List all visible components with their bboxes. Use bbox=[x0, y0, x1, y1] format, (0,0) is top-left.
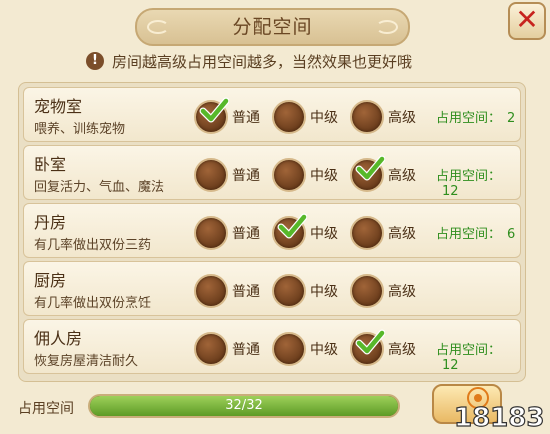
option-radio-normal[interactable] bbox=[194, 158, 228, 192]
space-cost-label: 占用空间： bbox=[436, 343, 502, 358]
check-icon bbox=[199, 97, 229, 123]
option-radio-medium[interactable] bbox=[272, 274, 306, 308]
room-name: 宠物室 bbox=[34, 97, 83, 116]
option-radio-medium[interactable] bbox=[272, 332, 306, 366]
space-cost-label: 占用空间： bbox=[436, 169, 502, 184]
option-label: 高级 bbox=[388, 342, 416, 358]
option-radio-normal[interactable] bbox=[194, 332, 228, 366]
option-radio-medium[interactable] bbox=[272, 158, 306, 192]
option-label: 普通 bbox=[232, 168, 260, 184]
notice-text: 房间越高级占用空间越多，当然效果也更好哦 bbox=[112, 52, 413, 71]
check-icon bbox=[355, 329, 385, 355]
close-button[interactable]: ✕ bbox=[508, 2, 546, 40]
option-label: 中级 bbox=[310, 168, 338, 184]
option-radio-advanced[interactable] bbox=[350, 216, 384, 250]
room-row: 佣人房恢复房屋清洁耐久 普通 中级 高级 占用空间：12 bbox=[23, 319, 521, 374]
allocate-space-panel: 分配空间 ✕ ! 房间越高级占用空间越多，当然效果也更好哦 宠物室喂养、训练宠物… bbox=[0, 0, 550, 434]
room-name: 卧室 bbox=[34, 155, 67, 174]
space-cost-label: 占用空间： bbox=[436, 111, 502, 126]
space-cost-value: 2 bbox=[507, 111, 516, 126]
watermark-logo: 18183 bbox=[453, 387, 545, 432]
option-radio-advanced[interactable] bbox=[350, 274, 384, 308]
room-row: 卧室回复活力、气血、魔法 普通 中级 高级 占用空间：12 bbox=[23, 145, 521, 200]
option-radio-advanced[interactable] bbox=[350, 329, 385, 366]
option-radio-normal[interactable] bbox=[194, 97, 229, 134]
title-plate: 分配空间 bbox=[135, 8, 410, 46]
room-description: 回复活力、气血、魔法 bbox=[34, 180, 165, 195]
space-cost: 占用空间：12 bbox=[436, 339, 520, 373]
option-label: 普通 bbox=[232, 110, 260, 126]
option-label: 高级 bbox=[388, 168, 416, 184]
option-radio-normal[interactable] bbox=[194, 274, 228, 308]
space-cost: 占用空间： 6 bbox=[436, 223, 515, 242]
notice: ! 房间越高级占用空间越多，当然效果也更好哦 bbox=[86, 50, 412, 72]
option-radio-advanced[interactable] bbox=[350, 155, 385, 192]
space-progress-bar: 32/32 bbox=[88, 394, 400, 418]
page-title: 分配空间 bbox=[232, 16, 313, 38]
close-icon: ✕ bbox=[515, 3, 539, 36]
room-row: 丹房有几率做出双份三药 普通 中级 高级 占用空间： 6 bbox=[23, 203, 521, 258]
room-row: 宠物室喂养、训练宠物 普通 中级 高级 占用空间： 2 bbox=[23, 87, 521, 142]
room-description: 有几率做出双份三药 bbox=[34, 238, 152, 253]
space-cost-label: 占用空间： bbox=[436, 227, 502, 242]
space-cost-value: 12 bbox=[442, 358, 459, 373]
check-icon bbox=[277, 213, 307, 239]
warning-icon: ! bbox=[86, 52, 104, 70]
space-cost-value: 6 bbox=[507, 227, 516, 242]
option-label: 中级 bbox=[310, 226, 338, 242]
space-cost: 占用空间： 2 bbox=[436, 107, 515, 126]
room-name: 佣人房 bbox=[34, 329, 83, 348]
space-used-label: 占用空间 bbox=[18, 401, 74, 417]
option-label: 高级 bbox=[388, 284, 416, 300]
space-cost-value: 12 bbox=[442, 184, 459, 199]
title-swirl-left bbox=[147, 20, 169, 34]
svg-text:18183: 18183 bbox=[454, 403, 544, 432]
option-radio-normal[interactable] bbox=[194, 216, 228, 250]
option-label: 高级 bbox=[388, 226, 416, 242]
option-radio-medium[interactable] bbox=[272, 100, 306, 134]
option-label: 中级 bbox=[310, 342, 338, 358]
room-description: 有几率做出双份烹饪 bbox=[34, 296, 152, 311]
room-name: 丹房 bbox=[34, 213, 67, 232]
option-radio-medium[interactable] bbox=[272, 213, 307, 250]
room-list: 宠物室 喂养、训练宠物 普通 中级 高级 占用空间： 2 卧室 回复活力、气血、魔法 普通 中级 高级… bbox=[18, 82, 526, 382]
room-row: 厨房有几率做出双份烹饪 普通 中级 高级 bbox=[23, 261, 521, 316]
option-radio-advanced[interactable] bbox=[350, 100, 384, 134]
option-label: 中级 bbox=[310, 284, 338, 300]
option-label: 普通 bbox=[232, 342, 260, 358]
space-cost: 占用空间：12 bbox=[436, 165, 520, 199]
option-label: 中级 bbox=[310, 110, 338, 126]
option-label: 高级 bbox=[388, 110, 416, 126]
room-description: 喂养、训练宠物 bbox=[34, 122, 126, 137]
room-description: 恢复房屋清洁耐久 bbox=[34, 354, 139, 369]
option-label: 普通 bbox=[232, 284, 260, 300]
room-name: 厨房 bbox=[34, 271, 67, 290]
title-swirl-right bbox=[376, 20, 398, 34]
option-label: 普通 bbox=[232, 226, 260, 242]
check-icon bbox=[355, 155, 385, 181]
space-progress-text: 32/32 bbox=[225, 398, 263, 413]
